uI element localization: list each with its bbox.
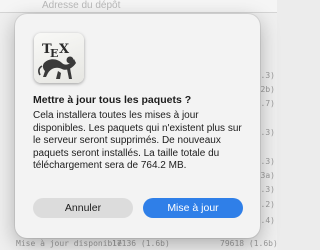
tex-live-utility-icon: T E X — [34, 33, 84, 83]
status-cell: Mise à jour disponible — [16, 239, 122, 248]
dialog-message: Cela installera toutes les mises à jour … — [33, 110, 242, 172]
remote-version-cell: 79618 (1.6b) — [220, 239, 278, 248]
tex-lion-icon: T E X — [38, 42, 76, 79]
update-button[interactable]: Mise à jour — [143, 198, 243, 218]
local-version-cell: 17136 (1.6b) — [112, 239, 170, 248]
dialog-title: Mettre à jour tous les paquets ? — [33, 94, 192, 106]
table-row[interactable]: Mise à jour disponible17136 (1.6b) 79618 … — [16, 239, 278, 248]
svg-text:E: E — [50, 47, 58, 60]
svg-text:X: X — [59, 42, 70, 57]
table-header: Adresse du dépôt — [0, 0, 277, 13]
cancel-button[interactable]: Annuler — [33, 198, 133, 218]
update-all-dialog: T E X Mettre à jour tous les paquets ? C… — [15, 14, 260, 238]
column-header-repository[interactable]: Adresse du dépôt — [42, 0, 120, 12]
